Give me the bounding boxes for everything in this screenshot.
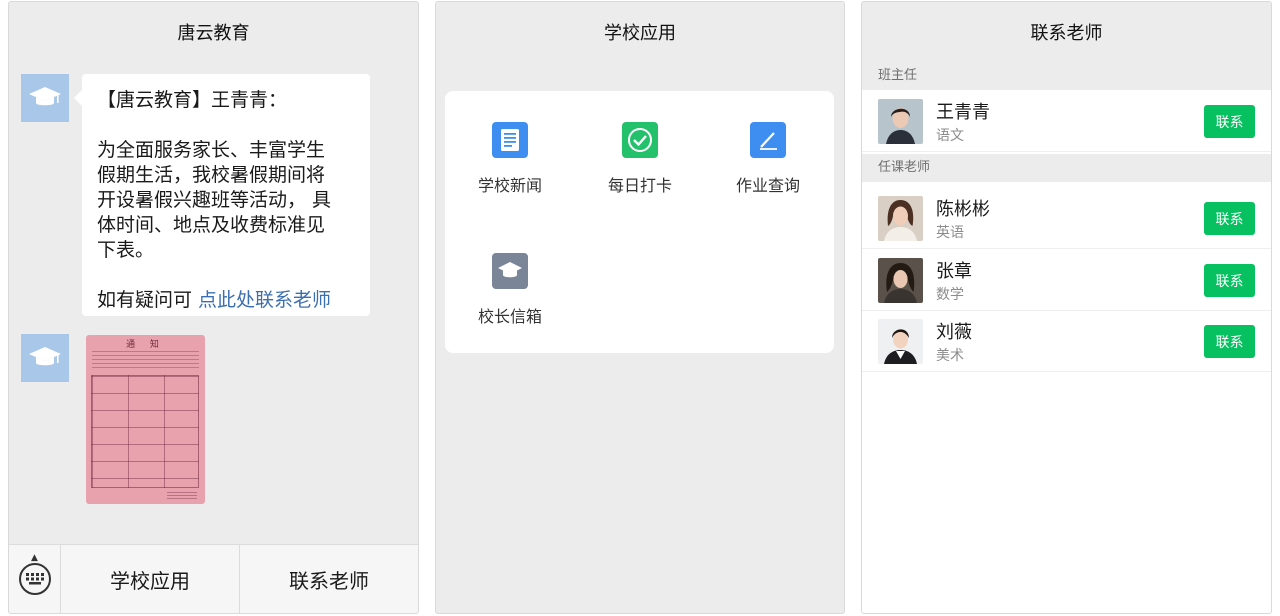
contact-button[interactable]: 联系 <box>1204 264 1255 297</box>
app-daily-checkin[interactable]: 每日打卡 <box>575 122 705 196</box>
notice-image[interactable]: 通 知 <box>86 335 205 504</box>
teacher-subject: 语文 <box>936 128 964 144</box>
contact-button-label: 联系 <box>1215 114 1244 131</box>
mortarboard-icon <box>29 347 61 366</box>
teacher-avatar <box>878 319 923 364</box>
teacher-avatar <box>878 99 923 144</box>
app-principal-mailbox[interactable]: 校长信箱 <box>445 253 575 327</box>
checkin-icon <box>622 122 658 158</box>
notice-text-lines <box>92 351 199 371</box>
teacher-name: 张章 <box>936 261 972 282</box>
message-greeting: 【唐云教育】王青青： <box>97 89 288 111</box>
mortarboard-icon <box>492 253 528 289</box>
app-school-news[interactable]: 学校新闻 <box>445 122 575 196</box>
school-avatar[interactable] <box>21 74 69 122</box>
teacher-row[interactable]: 陈彬彬 英语 联系 <box>862 188 1271 249</box>
school-avatar[interactable] <box>21 334 69 382</box>
teacher-subject: 数学 <box>936 287 964 303</box>
section-subject-teachers: 任课老师 <box>862 154 1271 182</box>
contact-button-label: 联系 <box>1215 334 1244 351</box>
app-homework-query[interactable]: 作业查询 <box>703 122 833 196</box>
pen-icon <box>750 122 786 158</box>
contact-teachers-panel: 联系老师 班主任 王青青 语文 联系 任课老师 陈彬彬 英语 联系 张章 数学 … <box>861 1 1272 614</box>
teacher-row[interactable]: 王青青 语文 联系 <box>862 91 1271 152</box>
mortarboard-icon <box>29 87 61 106</box>
message-body-line: 开设暑假兴趣班等活动， 具 <box>97 189 332 211</box>
contact-teacher-button[interactable]: 联系老师 <box>239 545 418 613</box>
contact-button[interactable]: 联系 <box>1204 325 1255 358</box>
contact-button-label: 联系 <box>1215 211 1244 228</box>
teacher-avatar <box>878 258 923 303</box>
teacher-name: 陈彬彬 <box>936 199 990 220</box>
app-label: 校长信箱 <box>477 307 542 326</box>
contact-button[interactable]: 联系 <box>1204 202 1255 235</box>
message-contact-line: 如有疑问可 点此处联系老师 <box>97 288 355 313</box>
message-body-line: 假期生活，我校暑假期间将 <box>97 164 326 186</box>
message-body-line: 为全面服务家长、丰富学生 <box>97 139 326 161</box>
message-body-line: 下表。 <box>97 239 155 261</box>
caret-up-icon: ▲ <box>31 553 38 563</box>
school-apps-panel: 学校应用 学校新闻 每日打卡 作业查询 校长信箱 <box>435 1 845 614</box>
app-label: 每日打卡 <box>607 176 672 195</box>
contacts-title: 联系老师 <box>862 2 1271 66</box>
teacher-row[interactable]: 刘薇 美术 联系 <box>862 311 1271 372</box>
message-bubble: 【唐云教育】王青青： 为全面服务家长、丰富学生 假期生活，我校暑假期间将 开设暑… <box>74 74 370 316</box>
chat-panel: 唐云教育 【唐云教育】王青青： 为全面服务家长、丰富学生 假期生活，我校暑假期间… <box>8 1 419 614</box>
contact-button[interactable]: 联系 <box>1204 105 1255 138</box>
teacher-name: 王青青 <box>936 102 990 123</box>
teacher-subject: 美术 <box>936 348 964 364</box>
section-head-teacher: 班主任 <box>862 62 1271 90</box>
notice-title: 通 知 <box>126 340 165 350</box>
notice-footer <box>167 492 197 500</box>
news-icon <box>492 122 528 158</box>
contact-teacher-link[interactable]: 点此处联系老师 <box>198 289 331 311</box>
school-apps-button[interactable]: 学校应用 <box>61 545 239 613</box>
teacher-subject: 英语 <box>936 225 964 241</box>
chat-title: 唐云教育 <box>177 23 250 44</box>
chat-bottom-bar: ▲ 学校应用 联系老师 <box>9 544 418 613</box>
teacher-name: 刘薇 <box>936 322 972 343</box>
contact-button-label: 联系 <box>1215 273 1244 290</box>
apps-title: 学校应用 <box>604 23 676 44</box>
app-grid: 学校新闻 每日打卡 作业查询 校长信箱 <box>445 91 834 353</box>
message-body-line: 体时间、地点及收费标准见 <box>97 214 326 236</box>
keyboard-icon <box>18 563 51 595</box>
app-label: 作业查询 <box>735 176 800 195</box>
app-label: 学校新闻 <box>477 176 542 195</box>
teacher-avatar <box>878 196 923 241</box>
teacher-row[interactable]: 张章 数学 联系 <box>862 250 1271 311</box>
keyboard-toggle[interactable]: ▲ <box>9 545 61 613</box>
contact-prefix: 如有疑问可 <box>97 289 199 311</box>
notice-table <box>91 375 199 488</box>
